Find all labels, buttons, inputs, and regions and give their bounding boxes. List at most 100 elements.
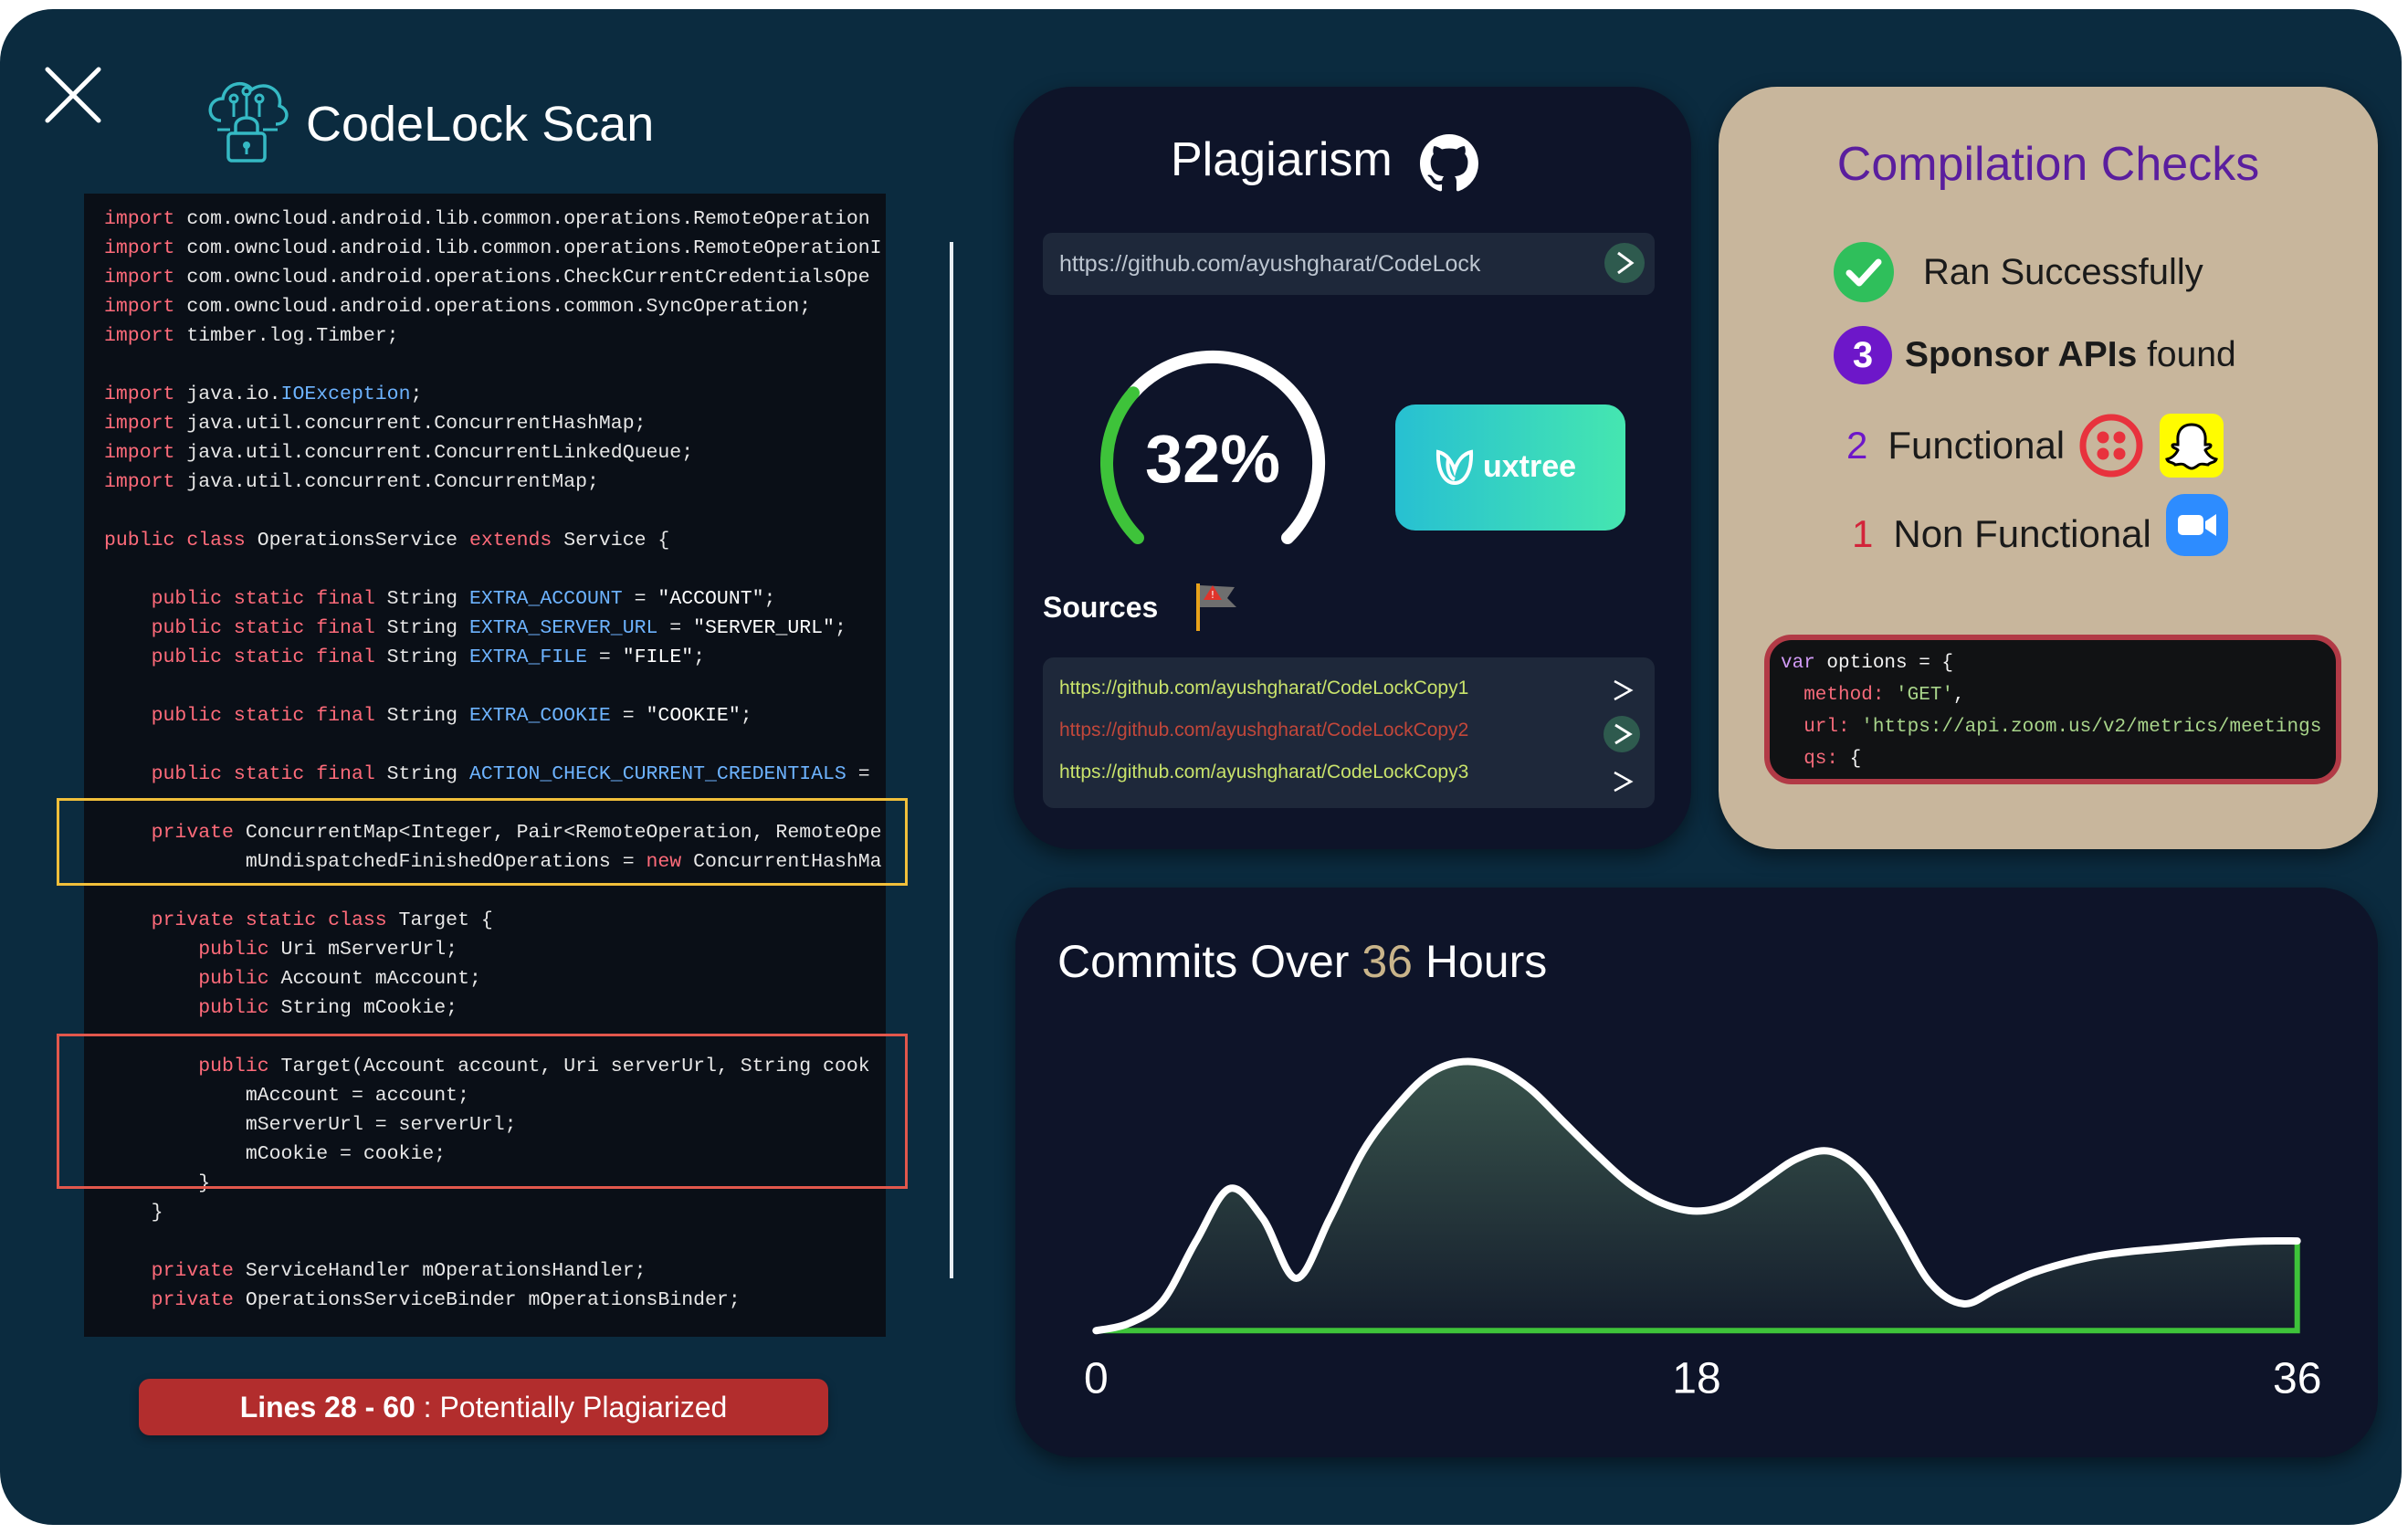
code-token: import bbox=[104, 267, 175, 289]
code-token: Account mAccount; bbox=[268, 968, 481, 990]
code-highlight-warning bbox=[57, 798, 908, 886]
code-token: IOException bbox=[280, 384, 411, 405]
commits-card: Commits Over 36 Hours 0 18 36 bbox=[1015, 888, 2378, 1457]
code-token: import bbox=[104, 471, 175, 493]
code-token: public static final bbox=[151, 705, 375, 727]
code-token: ; bbox=[834, 617, 846, 639]
source-link-1[interactable]: https://github.com/ayushgharat/CodeLockC… bbox=[1059, 678, 1468, 699]
code-token: "COOKIE" bbox=[646, 705, 741, 727]
dashboard-frame: CodeLock Scan import com.owncloud.androi… bbox=[0, 9, 2402, 1525]
code-token: ; bbox=[410, 384, 423, 405]
vertical-divider bbox=[950, 242, 953, 1278]
code-token: String bbox=[374, 646, 469, 668]
code-token: = bbox=[657, 617, 694, 639]
code-token: import bbox=[104, 413, 175, 435]
code-token: com.owncloud.android.lib.common.operatio… bbox=[174, 237, 882, 259]
code-token: { bbox=[1849, 749, 1862, 770]
flag-warning-icon: ! bbox=[1196, 583, 1236, 631]
plagiarism-card: Plagiarism https://github.com/ayushghara… bbox=[1014, 87, 1691, 849]
code-token: method: bbox=[1781, 685, 1897, 706]
non-functional-label: Non Functional bbox=[1893, 512, 2151, 555]
code-token: String mCookie; bbox=[268, 997, 458, 1019]
code-token: public bbox=[198, 997, 269, 1019]
code-token: String bbox=[374, 588, 469, 610]
repo-url-text: https://github.com/ayushgharat/CodeLock bbox=[1059, 251, 1481, 277]
code-token: var bbox=[1781, 653, 1815, 674]
non-functional-count: 1 bbox=[1852, 512, 1874, 555]
code-token: "ACCOUNT" bbox=[657, 588, 764, 610]
code-token: "FILE" bbox=[622, 646, 694, 668]
code-token: EXTRA_FILE bbox=[468, 646, 587, 668]
code-token: ACTION_CHECK_CURRENT_CREDENTIALS bbox=[468, 763, 846, 785]
x-tick-label: 36 bbox=[2273, 1354, 2321, 1403]
uxtree-label: uxtree bbox=[1483, 448, 1577, 484]
code-highlight-plagiarized bbox=[57, 1034, 908, 1189]
uxtree-match-badge[interactable]: uxtree bbox=[1395, 405, 1625, 531]
code-token: url: bbox=[1781, 717, 1862, 738]
code-token: import bbox=[104, 384, 175, 405]
code-token: = bbox=[622, 588, 658, 610]
chevron-right-icon[interactable] bbox=[1605, 674, 1638, 707]
code-token: java.util.concurrent.ConcurrentLinkedQue… bbox=[174, 442, 694, 464]
code-token: private bbox=[151, 1289, 234, 1311]
functional-count: 2 bbox=[1846, 424, 1868, 467]
similarity-percent: 32% bbox=[1144, 421, 1281, 497]
zoom-icon bbox=[2165, 494, 2228, 556]
code-token: java.util.concurrent.ConcurrentHashMap; bbox=[174, 413, 647, 435]
source-link-3[interactable]: https://github.com/ayushgharat/CodeLockC… bbox=[1059, 762, 1468, 783]
code-token: String bbox=[374, 763, 469, 785]
code-token: public bbox=[198, 968, 269, 990]
code-token: = bbox=[587, 646, 623, 668]
repo-url-field[interactable]: https://github.com/ayushgharat/CodeLock bbox=[1043, 233, 1655, 295]
sponsor-apis-label: Sponsor APIs bbox=[1905, 335, 2138, 374]
code-token: public bbox=[198, 939, 269, 961]
code-token: public class bbox=[104, 530, 246, 552]
code-token: options = { bbox=[1814, 653, 1954, 674]
code-token: "SERVER_URL" bbox=[693, 617, 835, 639]
github-icon bbox=[1420, 134, 1478, 192]
commits-area bbox=[1096, 1061, 2298, 1331]
go-arrow-icon[interactable] bbox=[1602, 240, 1647, 286]
api-code-snippet[interactable]: var options = { method: 'GET', url: 'htt… bbox=[1764, 635, 2341, 784]
twilio-icon bbox=[2079, 414, 2143, 478]
code-token: com.owncloud.android.lib.common.operatio… bbox=[174, 208, 870, 230]
source-link-2[interactable]: https://github.com/ayushgharat/CodeLockC… bbox=[1059, 720, 1468, 741]
compilation-card: Compilation Checks Ran Successfully 3 Sp… bbox=[1719, 87, 2378, 849]
chevron-right-active-icon[interactable] bbox=[1602, 714, 1642, 754]
code-token: import bbox=[104, 442, 175, 464]
code-token: import bbox=[104, 325, 175, 347]
code-token: Uri mServerUrl; bbox=[268, 939, 458, 961]
ran-successfully-row: Ran Successfully bbox=[1832, 240, 2203, 304]
banner-lines: Lines 28 - 60 bbox=[239, 1391, 415, 1424]
x-tick-label: 18 bbox=[1672, 1354, 1720, 1403]
code-token: Target { bbox=[386, 909, 493, 931]
plagiarism-banner: Lines 28 - 60 : Potentially Plagiarized bbox=[139, 1379, 828, 1435]
code-token: String bbox=[374, 617, 469, 639]
x-tick-label: 0 bbox=[1084, 1354, 1109, 1403]
code-token: timber.log.Timber; bbox=[174, 325, 399, 347]
sponsor-found-label: found bbox=[2137, 335, 2236, 374]
chevron-right-icon[interactable] bbox=[1605, 765, 1638, 798]
code-token: public static final bbox=[151, 588, 375, 610]
code-token: com.owncloud.android.operations.CheckCur… bbox=[174, 267, 870, 289]
code-token: EXTRA_ACCOUNT bbox=[468, 588, 623, 610]
code-token: EXTRA_COOKIE bbox=[468, 705, 611, 727]
code-token: ; bbox=[693, 646, 706, 668]
close-icon[interactable] bbox=[44, 66, 102, 124]
sources-title: Sources bbox=[1043, 591, 1159, 624]
code-token: import bbox=[104, 296, 175, 318]
plagiarism-title: Plagiarism bbox=[1171, 133, 1393, 186]
code-token: OperationsService bbox=[245, 530, 469, 552]
snapchat-icon bbox=[2160, 414, 2224, 478]
uxtree-logo-icon bbox=[1435, 449, 1474, 486]
sponsor-apis-row: 3 Sponsor APIs found bbox=[1834, 326, 2236, 384]
